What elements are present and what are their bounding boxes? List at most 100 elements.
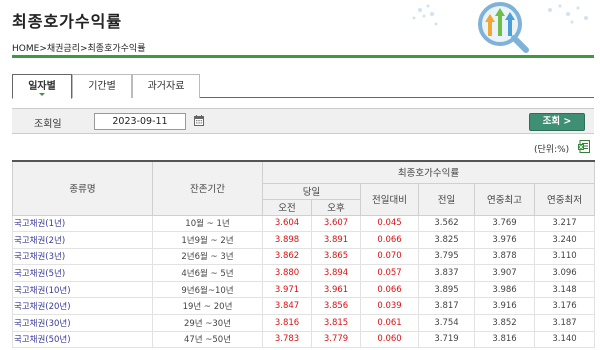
- table-row: 국고채권(3년) 2년6월 ~ 3년 3.862 3.865 0.070 3.7…: [12, 248, 596, 266]
- change-cell: 0.066: [360, 281, 419, 299]
- pm-cell: 3.815: [311, 314, 361, 332]
- page-title: 최종호가수익률: [12, 12, 123, 31]
- am-cell: 3.880: [262, 264, 312, 282]
- breadcrumb-home[interactable]: HOME: [12, 44, 39, 54]
- tab-period-label: 기간별: [88, 81, 116, 92]
- change-cell: 0.039: [360, 297, 419, 316]
- am-cell: 3.862: [262, 248, 312, 266]
- growth-chart-illustration: [412, 2, 588, 53]
- col-header-prev: 전일: [418, 182, 475, 216]
- table-row: 국고채권(5년) 4년6월 ~ 5년 3.880 3.894 0.057 3.8…: [12, 264, 596, 282]
- change-cell: 0.045: [360, 215, 419, 233]
- pm-cell: 3.607: [311, 215, 361, 233]
- change-cell: 0.061: [360, 314, 419, 332]
- tab-daily-label: 일자별: [28, 81, 56, 92]
- tab-period[interactable]: 기간별: [72, 74, 132, 98]
- maturity-cell: 29년 ~30년: [152, 314, 263, 332]
- bond-name-link[interactable]: 국고채권(10년): [12, 281, 153, 299]
- bond-name-link[interactable]: 국고채권(20년): [12, 297, 153, 316]
- bond-name-link[interactable]: 국고채권(5년): [12, 264, 153, 282]
- maturity-cell: 10월 ~ 1년: [152, 215, 263, 233]
- maturity-cell: 1년9월 ~ 2년: [152, 231, 263, 249]
- col-header-change: 전일대비: [360, 182, 419, 216]
- year-low-cell: 3.110: [533, 248, 596, 266]
- change-cell: 0.066: [360, 231, 419, 249]
- col-header-am: 오전: [262, 198, 312, 216]
- excel-download-icon[interactable]: [578, 140, 590, 153]
- am-cell: 3.971: [262, 281, 312, 299]
- maturity-cell: 4년6월 ~ 5년: [152, 264, 263, 282]
- prev-cell: 3.754: [418, 314, 475, 332]
- year-high-cell: 3.816: [474, 331, 535, 349]
- year-high-cell: 3.986: [474, 281, 535, 299]
- year-low-cell: 3.240: [533, 231, 596, 249]
- year-high-cell: 3.769: [474, 215, 535, 233]
- calendar-icon[interactable]: [194, 115, 204, 126]
- change-cell: 0.060: [360, 331, 419, 349]
- tab-bar: 일자별 기간별 과거자료: [12, 74, 594, 99]
- pm-cell: 3.894: [311, 264, 361, 282]
- tab-archive[interactable]: 과거자료: [132, 74, 200, 98]
- year-low-cell: 3.096: [533, 264, 596, 282]
- breadcrumb-bond-rates[interactable]: 채권금리: [47, 44, 80, 54]
- year-low-cell: 3.176: [533, 297, 596, 316]
- col-header-name: 종류명: [12, 160, 153, 216]
- am-cell: 3.604: [262, 215, 312, 233]
- prev-cell: 3.719: [418, 331, 475, 349]
- col-header-year-high: 연중최고: [474, 182, 535, 216]
- table-row: 국고채권(50년) 47년 ~50년 3.783 3.779 0.060 3.7…: [12, 331, 596, 349]
- bond-name-link[interactable]: 국고채권(1년): [12, 215, 153, 233]
- prev-cell: 3.562: [418, 215, 475, 233]
- table-row: 국고채권(1년) 10월 ~ 1년 3.604 3.607 0.045 3.56…: [12, 215, 596, 233]
- year-low-cell: 3.187: [533, 314, 596, 332]
- search-date-input[interactable]: [94, 113, 186, 130]
- prev-cell: 3.895: [418, 281, 475, 299]
- year-high-cell: 3.907: [474, 264, 535, 282]
- maturity-cell: 9년6월~10년: [152, 281, 263, 299]
- caret-down-icon: [39, 93, 45, 96]
- year-low-cell: 3.148: [533, 281, 596, 299]
- pm-cell: 3.856: [311, 297, 361, 316]
- am-cell: 3.783: [262, 331, 312, 349]
- table-row: 국고채권(30년) 29년 ~30년 3.816 3.815 0.061 3.7…: [12, 314, 596, 332]
- yield-table: 종류명 잔존기간 최종호가수익률 당일 전일대비 전일 연중최고 연중최저 오전…: [12, 160, 596, 349]
- year-high-cell: 3.852: [474, 314, 535, 332]
- am-cell: 3.898: [262, 231, 312, 249]
- col-header-today: 당일: [262, 182, 361, 200]
- unit-label: (단위:%): [534, 145, 570, 155]
- prev-cell: 3.795: [418, 248, 475, 266]
- pm-cell: 3.961: [311, 281, 361, 299]
- bond-name-link[interactable]: 국고채권(50년): [12, 331, 153, 349]
- breadcrumb: HOME>채권금리>최종호가수익률: [12, 44, 146, 54]
- header-divider: [12, 55, 594, 58]
- search-date-label: 조회일: [34, 119, 62, 130]
- breadcrumb-current: 최종호가수익률: [87, 44, 146, 54]
- pm-cell: 3.891: [311, 231, 361, 249]
- tab-daily[interactable]: 일자별: [12, 74, 72, 99]
- col-header-group: 최종호가수익률: [261, 160, 596, 184]
- am-cell: 3.816: [262, 314, 312, 332]
- table-row: 국고채권(20년) 19년 ~ 20년 3.847 3.856 0.039 3.…: [12, 297, 596, 316]
- search-button[interactable]: 조회 >: [529, 113, 585, 131]
- bond-name-link[interactable]: 국고채권(30년): [12, 314, 153, 332]
- year-high-cell: 3.976: [474, 231, 535, 249]
- year-low-cell: 3.217: [533, 215, 596, 233]
- change-cell: 0.070: [360, 248, 419, 266]
- col-header-pm: 오후: [311, 198, 361, 216]
- year-high-cell: 3.916: [474, 297, 535, 316]
- maturity-cell: 47년 ~50년: [152, 331, 263, 349]
- prev-cell: 3.837: [418, 264, 475, 282]
- year-high-cell: 3.878: [474, 248, 535, 266]
- col-header-maturity: 잔존기간: [152, 160, 263, 216]
- maturity-cell: 2년6월 ~ 3년: [152, 248, 263, 266]
- bond-name-link[interactable]: 국고채권(3년): [12, 248, 153, 266]
- maturity-cell: 19년 ~ 20년: [152, 297, 263, 316]
- year-low-cell: 3.140: [533, 331, 596, 349]
- search-bar: 조회일 조회 >: [12, 108, 594, 134]
- pm-cell: 3.865: [311, 248, 361, 266]
- table-row: 국고채권(10년) 9년6월~10년 3.971 3.961 0.066 3.8…: [12, 281, 596, 299]
- table-row: 국고채권(2년) 1년9월 ~ 2년 3.898 3.891 0.066 3.8…: [12, 231, 596, 249]
- prev-cell: 3.825: [418, 231, 475, 249]
- bond-name-link[interactable]: 국고채권(2년): [12, 231, 153, 249]
- tab-archive-label: 과거자료: [147, 81, 185, 92]
